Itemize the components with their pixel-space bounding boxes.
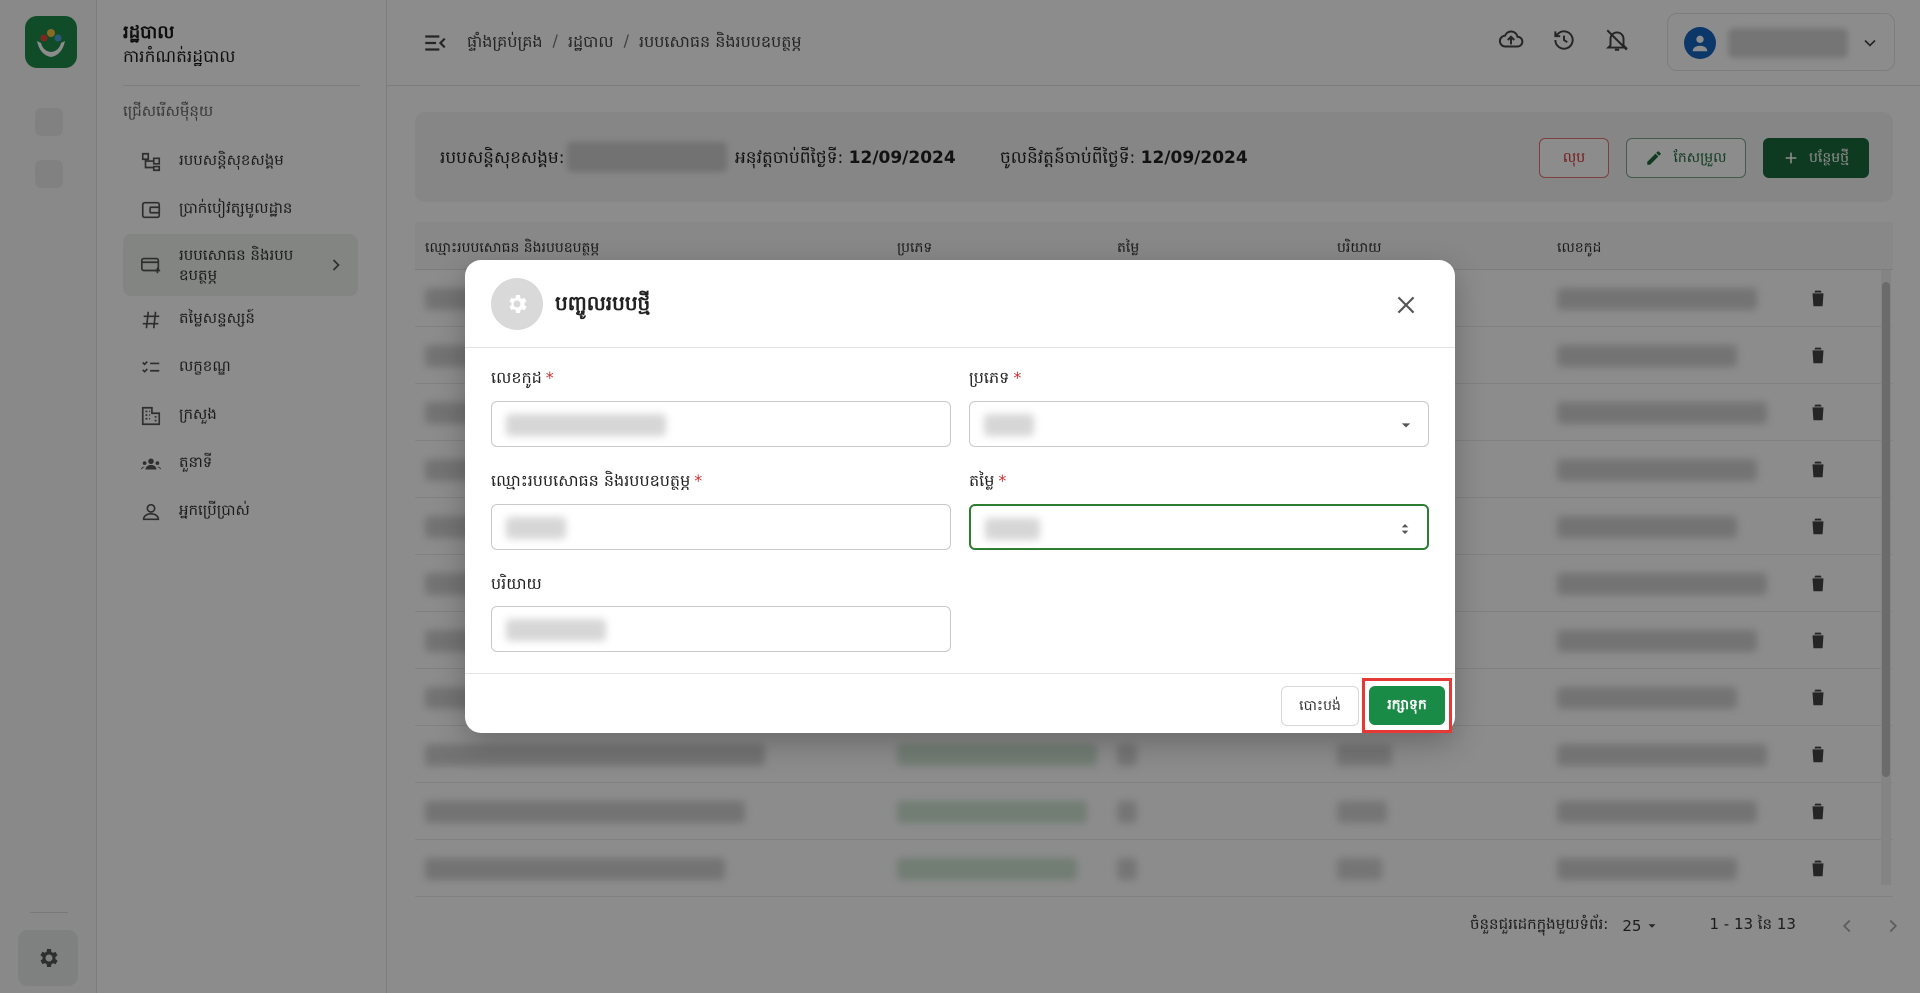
- code-input[interactable]: [491, 401, 951, 447]
- code-label: លេខកូដ *: [491, 367, 554, 391]
- number-spinner-icon[interactable]: [1395, 519, 1415, 539]
- field-value-redacted: [985, 518, 1040, 540]
- save-button[interactable]: រក្សាទុក: [1369, 686, 1445, 725]
- field-value-redacted: [506, 414, 666, 436]
- save-button-highlight: រក្សាទុក: [1362, 678, 1452, 733]
- app-root: រដ្ឋបាល ការកំណត់រដ្ឋបាល ជ្រើសរើសម៉ឺនុយ រ…: [0, 0, 1920, 993]
- new-scheme-dialog: បញ្ចូលរបបថ្មី លេខកូដ * ប្រភេទ * ឈ្មោះរបបសោ…: [465, 260, 1455, 733]
- dialog-icon: [491, 278, 543, 330]
- code-label-text: លេខកូដ: [491, 368, 542, 387]
- dialog-title: បញ្ចូលរបបថ្មី: [555, 291, 651, 315]
- required-mark: *: [998, 471, 1007, 490]
- value-number-input[interactable]: [969, 504, 1429, 550]
- close-icon[interactable]: [1393, 292, 1419, 318]
- type-select[interactable]: [969, 401, 1429, 447]
- cancel-button[interactable]: បោះបង់: [1281, 686, 1359, 726]
- gear-icon: [509, 295, 527, 313]
- required-mark: *: [694, 471, 703, 490]
- type-label-text: ប្រភេទ: [969, 368, 1010, 387]
- name-label: ឈ្មោះរបបសោធន និងរបបឧបត្ថម្ភ *: [491, 470, 702, 494]
- description-label: បរិយាយ: [491, 574, 542, 593]
- field-value-redacted: [506, 517, 566, 539]
- field-value-redacted: [984, 414, 1034, 436]
- value-label: តម្លៃ *: [969, 470, 1006, 494]
- name-label-text: ឈ្មោះរបបសោធន និងរបបឧបត្ថម្ភ: [491, 471, 691, 490]
- required-mark: *: [1013, 368, 1022, 387]
- field-value-redacted: [506, 619, 606, 641]
- name-input[interactable]: [491, 504, 951, 550]
- dialog-header: បញ្ចូលរបបថ្មី: [465, 260, 1455, 348]
- caret-down-icon: [1401, 423, 1411, 428]
- type-label: ប្រភេទ *: [969, 367, 1021, 391]
- required-mark: *: [545, 368, 554, 387]
- description-input[interactable]: [491, 606, 951, 652]
- value-label-text: តម្លៃ: [969, 471, 995, 490]
